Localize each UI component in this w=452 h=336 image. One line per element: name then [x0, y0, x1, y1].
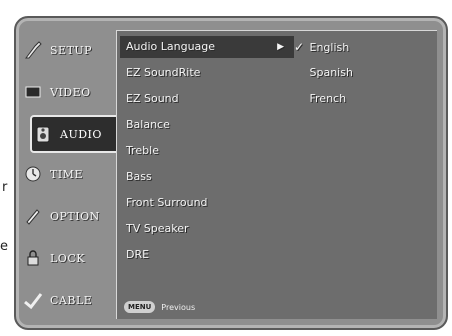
checkmark-icon: ✓ [293, 40, 305, 54]
video-icon [22, 81, 44, 103]
language-options: ✓ English Spanish French [292, 34, 432, 154]
option-label: Spanish [309, 66, 353, 79]
option-label: English [309, 41, 350, 54]
sidebar-item-video[interactable]: VIDEO [22, 75, 114, 109]
sidebar-item-label: CABLE [50, 293, 93, 307]
time-icon [22, 163, 44, 185]
option-icon [22, 205, 44, 227]
menu-item-front-surround[interactable]: Front Surround [120, 192, 294, 214]
lock-icon [22, 247, 44, 269]
menu-item-ez-sound[interactable]: EZ Sound [120, 88, 294, 110]
menu-item-label: EZ SoundRite [126, 66, 201, 79]
option-french[interactable]: French [292, 88, 432, 110]
menu-item-treble[interactable]: Treble [120, 140, 294, 162]
sidebar-item-cable[interactable]: CABLE [22, 283, 114, 317]
arrow-right-icon: ▶ [277, 42, 284, 52]
menu-item-bass[interactable]: Bass [120, 166, 294, 188]
sidebar-item-label: VIDEO [50, 85, 91, 99]
scan-mark-e: e [0, 239, 8, 254]
cable-icon [22, 289, 44, 311]
menu-item-ez-soundrite[interactable]: EZ SoundRite [120, 62, 294, 84]
menu-item-balance[interactable]: Balance [120, 114, 294, 136]
sidebar: SETUP VIDEO AUDIO TIME OPTION LOCK CABLE [18, 23, 124, 321]
option-spanish[interactable]: Spanish [292, 62, 432, 84]
menu-item-label: TV Speaker [126, 222, 189, 235]
sidebar-item-audio[interactable]: AUDIO [30, 115, 124, 153]
menu-item-label: EZ Sound [126, 92, 179, 105]
menu-item-label: Bass [126, 170, 152, 183]
menu-item-label: Audio Language [126, 40, 216, 53]
scan-mark-r: r [2, 180, 8, 195]
sidebar-item-label: AUDIO [60, 127, 102, 141]
menu-item-label: Front Surround [126, 196, 208, 209]
sidebar-item-setup[interactable]: SETUP [22, 33, 114, 67]
audio-icon [32, 123, 54, 145]
sidebar-item-lock[interactable]: LOCK [22, 241, 114, 275]
sidebar-item-time[interactable]: TIME [22, 157, 114, 191]
sidebar-item-label: TIME [50, 167, 83, 181]
sidebar-item-label: LOCK [50, 251, 85, 265]
footer-text: Previous [161, 302, 196, 312]
menu-item-label: DRE [126, 248, 150, 261]
sidebar-item-option[interactable]: OPTION [22, 199, 114, 233]
menu-item-tv-speaker[interactable]: TV Speaker [120, 218, 294, 240]
menu-key-icon: MENU [124, 301, 156, 313]
setup-icon [22, 39, 44, 61]
menu-item-label: Balance [126, 118, 170, 131]
option-label: French [309, 92, 347, 105]
footer-hint: MENU Previous [124, 301, 195, 313]
menu-item-dre[interactable]: DRE [120, 244, 294, 266]
sidebar-item-label: OPTION [50, 209, 100, 223]
option-english[interactable]: ✓ English [292, 36, 432, 58]
menu-item-label: Treble [126, 144, 159, 157]
audio-menu: Audio Language ▶ EZ SoundRite EZ Sound B… [120, 34, 294, 318]
menu-item-audio-language[interactable]: Audio Language ▶ [120, 36, 294, 58]
sidebar-item-label: SETUP [50, 43, 93, 57]
